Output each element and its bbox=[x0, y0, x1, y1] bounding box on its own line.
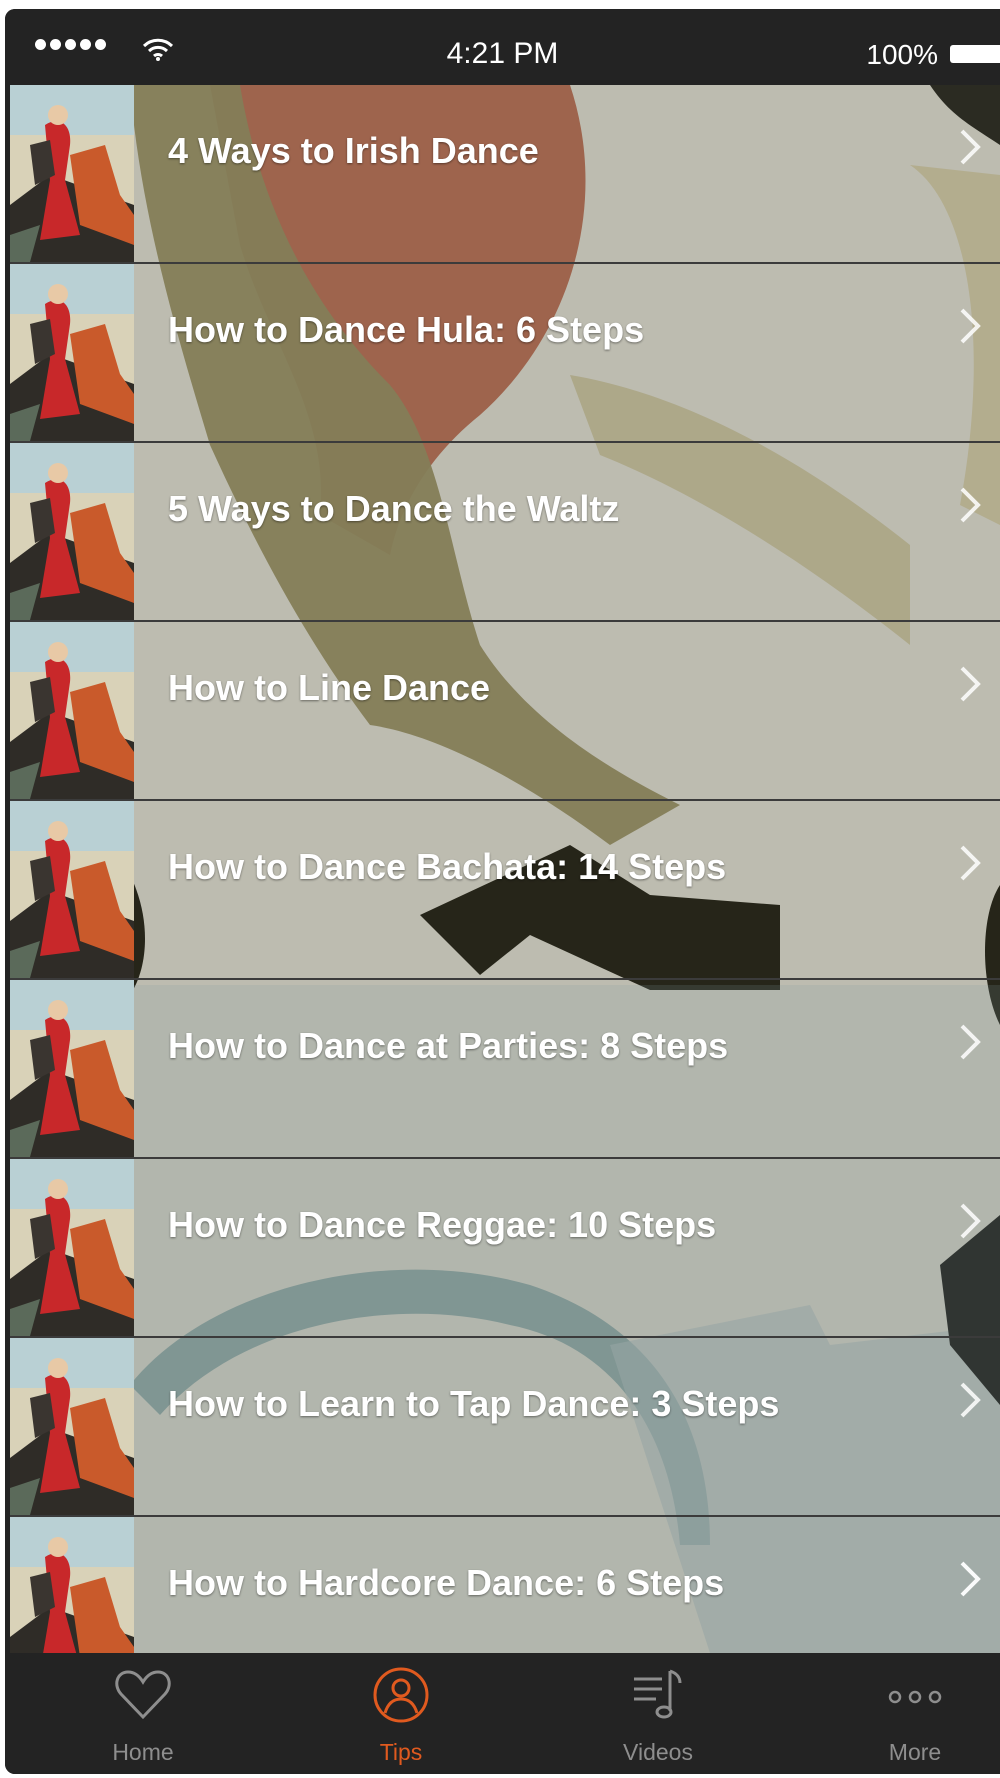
chevron-right-icon bbox=[960, 845, 981, 881]
battery-percentage: 100% bbox=[866, 39, 938, 70]
tango-thumbnail-image bbox=[10, 1159, 134, 1336]
chevron-right-icon bbox=[960, 487, 981, 523]
list-item[interactable]: How to Dance Bachata: 14 Steps bbox=[10, 801, 1000, 980]
list-item-title: How to Learn to Tap Dance: 3 Steps bbox=[168, 1383, 780, 1424]
chevron-right-icon bbox=[960, 129, 981, 165]
tango-thumbnail-image bbox=[10, 443, 134, 620]
tango-thumbnail-image bbox=[10, 801, 134, 978]
status-bar: 4:21 PM 100% bbox=[5, 9, 1000, 85]
chevron-right-icon bbox=[960, 1382, 981, 1418]
list-item-title: How to Dance Bachata: 14 Steps bbox=[168, 846, 727, 887]
person-icon bbox=[373, 1667, 429, 1723]
list-item-title: How to Hardcore Dance: 6 Steps bbox=[168, 1562, 725, 1603]
list-item-title: 4 Ways to Irish Dance bbox=[168, 130, 539, 171]
status-time: 4:21 PM bbox=[446, 37, 559, 70]
tango-thumbnail-image bbox=[10, 622, 134, 799]
tips-list-view[interactable]: 4 Ways to Irish Dance How to Dance Hula:… bbox=[10, 85, 1000, 1653]
tab-label: Home bbox=[112, 1739, 174, 1765]
list-item[interactable]: 4 Ways to Irish Dance bbox=[10, 85, 1000, 264]
list-item[interactable]: How to Dance Reggae: 10 Steps bbox=[10, 1159, 1000, 1338]
device-frame: 4:21 PM 100% 4 Ways to Irish Dance How t… bbox=[0, 0, 1000, 1778]
list-item-title: How to Dance Reggae: 10 Steps bbox=[168, 1204, 717, 1245]
tango-thumbnail-image bbox=[10, 980, 134, 1157]
tips-list: 4 Ways to Irish Dance How to Dance Hula:… bbox=[10, 85, 1000, 1653]
chevron-right-icon bbox=[960, 308, 981, 344]
list-item-title: How to Dance at Parties: 8 Steps bbox=[168, 1025, 729, 1066]
tab-home[interactable]: Home bbox=[73, 1653, 213, 1774]
tango-thumbnail-image bbox=[10, 264, 134, 441]
list-item[interactable]: How to Dance Hula: 6 Steps bbox=[10, 264, 1000, 443]
tab-more[interactable]: More bbox=[845, 1653, 985, 1774]
music-list-icon bbox=[634, 1669, 682, 1719]
list-item[interactable]: How to Dance at Parties: 8 Steps bbox=[10, 980, 1000, 1159]
tango-thumbnail-image bbox=[10, 1517, 134, 1653]
phone-screen: 4:21 PM 100% 4 Ways to Irish Dance How t… bbox=[5, 9, 1000, 1774]
tab-label: Videos bbox=[623, 1739, 693, 1765]
chevron-right-icon bbox=[960, 1561, 981, 1597]
chevron-right-icon bbox=[960, 666, 981, 702]
tango-thumbnail-image bbox=[10, 1338, 134, 1515]
bottom-tab-bar: Home Tips Videos More bbox=[5, 1653, 1000, 1774]
list-item[interactable]: How to Hardcore Dance: 6 Steps bbox=[10, 1517, 1000, 1653]
more-dots-icon bbox=[888, 1690, 942, 1704]
list-item[interactable]: How to Learn to Tap Dance: 3 Steps bbox=[10, 1338, 1000, 1517]
battery-icon bbox=[950, 45, 1000, 63]
heart-icon bbox=[115, 1670, 171, 1720]
list-item[interactable]: 5 Ways to Dance the Waltz bbox=[10, 443, 1000, 622]
list-item-title: How to Dance Hula: 6 Steps bbox=[168, 309, 645, 350]
tab-tips[interactable]: Tips bbox=[331, 1653, 471, 1774]
list-item[interactable]: How to Line Dance bbox=[10, 622, 1000, 801]
list-item-title: 5 Ways to Dance the Waltz bbox=[168, 488, 620, 529]
tango-thumbnail-image bbox=[10, 85, 134, 262]
list-item-title: How to Line Dance bbox=[168, 667, 491, 708]
tab-videos[interactable]: Videos bbox=[588, 1653, 728, 1774]
chevron-right-icon bbox=[960, 1203, 981, 1239]
tab-label: Tips bbox=[379, 1739, 423, 1765]
tab-label: More bbox=[888, 1739, 942, 1765]
chevron-right-icon bbox=[960, 1024, 981, 1060]
